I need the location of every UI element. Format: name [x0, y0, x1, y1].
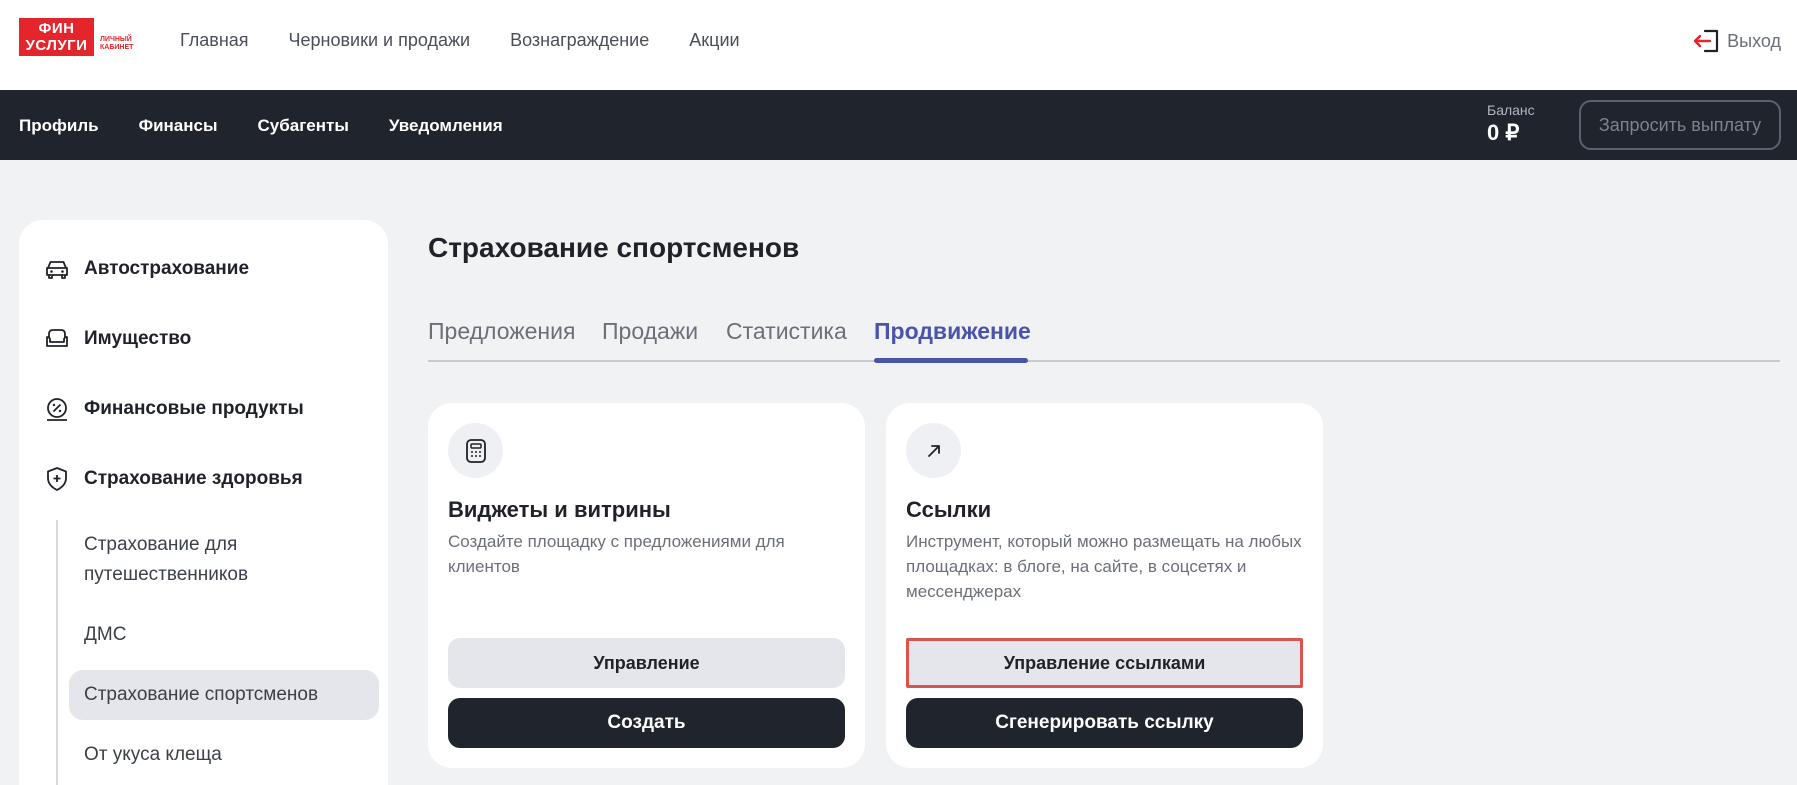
card-title: Ссылки	[906, 497, 992, 522]
nav-home[interactable]: Главная	[180, 30, 249, 51]
sub-header: Профиль Финансы Субагенты Уведомления Ба…	[0, 90, 1797, 160]
request-payout-button[interactable]: Запросить выплату	[1579, 100, 1781, 150]
top-header: ФИН УСЛУГИ ЛИЧНЫЙ КАБИНЕТ Главная Чернов…	[0, 0, 1797, 90]
manage-links-button[interactable]: Управление ссылками	[906, 638, 1303, 688]
manage-widgets-button[interactable]: Управление	[448, 638, 845, 688]
subitem-tick-bite[interactable]: От укуса клеща	[69, 740, 379, 770]
sidebar-item-label: Страхование здоровья	[84, 468, 303, 489]
subnav-finance[interactable]: Финансы	[139, 116, 218, 136]
links-card: Ссылки Инструмент, который можно размеща…	[886, 403, 1323, 768]
subitem-athletes[interactable]: Страхование спортсменов	[69, 670, 379, 720]
category-sidebar: Автострахование Имущество Финансовые про…	[19, 220, 388, 785]
card-description: Создайте площадку с предложениями для кл…	[448, 532, 785, 576]
top-nav: Главная Черновики и продажи Вознагражден…	[180, 30, 780, 51]
card-title: Виджеты и витрины	[448, 497, 671, 522]
sidebar-item-health[interactable]: Страхование здоровья	[44, 466, 303, 492]
sidebar-item-label: Имущество	[84, 328, 192, 349]
tab-sales[interactable]: Продажи	[602, 318, 698, 345]
active-tab-indicator	[874, 358, 1028, 363]
nav-promotions[interactable]: Акции	[689, 30, 739, 51]
logo-line1: ФИН	[38, 20, 75, 37]
tab-promotion[interactable]: Продвижение	[874, 318, 1031, 345]
logo-sub2: КАБИНЕТ	[100, 44, 134, 51]
sidebar-item-label: Автострахование	[84, 258, 250, 279]
logo-sub1: ЛИЧНЫЙ	[100, 36, 132, 43]
logo-subtitle: ЛИЧНЫЙ КАБИНЕТ	[100, 36, 133, 52]
widgets-card: Виджеты и витрины Создайте площадку с пр…	[428, 403, 865, 768]
sofa-icon	[46, 329, 68, 347]
nav-drafts-sales[interactable]: Черновики и продажи	[289, 30, 471, 51]
card-description: Инструмент, который можно размещать на л…	[906, 532, 1302, 601]
sidebar-item-label: Финансовые продукты	[84, 398, 304, 419]
balance-value: 0 ₽	[1487, 120, 1520, 145]
logout-icon	[1693, 29, 1719, 53]
subnav-notifications[interactable]: Уведомления	[389, 116, 503, 136]
sub-nav: Профиль Финансы Субагенты Уведомления	[19, 116, 543, 136]
logo-mark: ФИН УСЛУГИ	[19, 18, 94, 56]
balance-label: Баланс	[1487, 102, 1535, 118]
sidebar-item-finance-products[interactable]: Финансовые продукты	[44, 396, 304, 422]
calculator-icon	[448, 423, 503, 478]
subnav-profile[interactable]: Профиль	[19, 116, 99, 136]
generate-link-button[interactable]: Сгенерировать ссылку	[906, 698, 1303, 748]
subitem-travelers[interactable]: Страхование для путешественников	[69, 530, 379, 590]
logout-button[interactable]: Выход	[1693, 28, 1781, 54]
shield-plus-icon	[47, 467, 67, 491]
subnav-subagents[interactable]: Субагенты	[258, 116, 349, 136]
submenu-line	[56, 520, 58, 785]
create-widget-button[interactable]: Создать	[448, 698, 845, 748]
tab-bar: Предложения Продажи Статистика Продвижен…	[428, 318, 1780, 363]
tab-statistics[interactable]: Статистика	[726, 318, 847, 345]
sidebar-item-property[interactable]: Имущество	[44, 326, 191, 352]
percent-icon	[47, 398, 67, 421]
nav-reward[interactable]: Вознаграждение	[510, 30, 649, 51]
sidebar-item-auto[interactable]: Автострахование	[44, 256, 249, 282]
page-title: Страхование спортсменов	[428, 232, 800, 263]
logout-label: Выход	[1727, 30, 1781, 51]
car-icon	[46, 261, 68, 279]
tab-offers[interactable]: Предложения	[428, 318, 575, 345]
subitem-dms[interactable]: ДМС	[69, 620, 379, 650]
logo[interactable]: ФИН УСЛУГИ ЛИЧНЫЙ КАБИНЕТ	[19, 17, 133, 57]
balance: Баланс 0 ₽	[1487, 102, 1535, 146]
logo-line2: УСЛУГИ	[25, 37, 88, 54]
arrow-up-right-icon	[906, 423, 961, 478]
